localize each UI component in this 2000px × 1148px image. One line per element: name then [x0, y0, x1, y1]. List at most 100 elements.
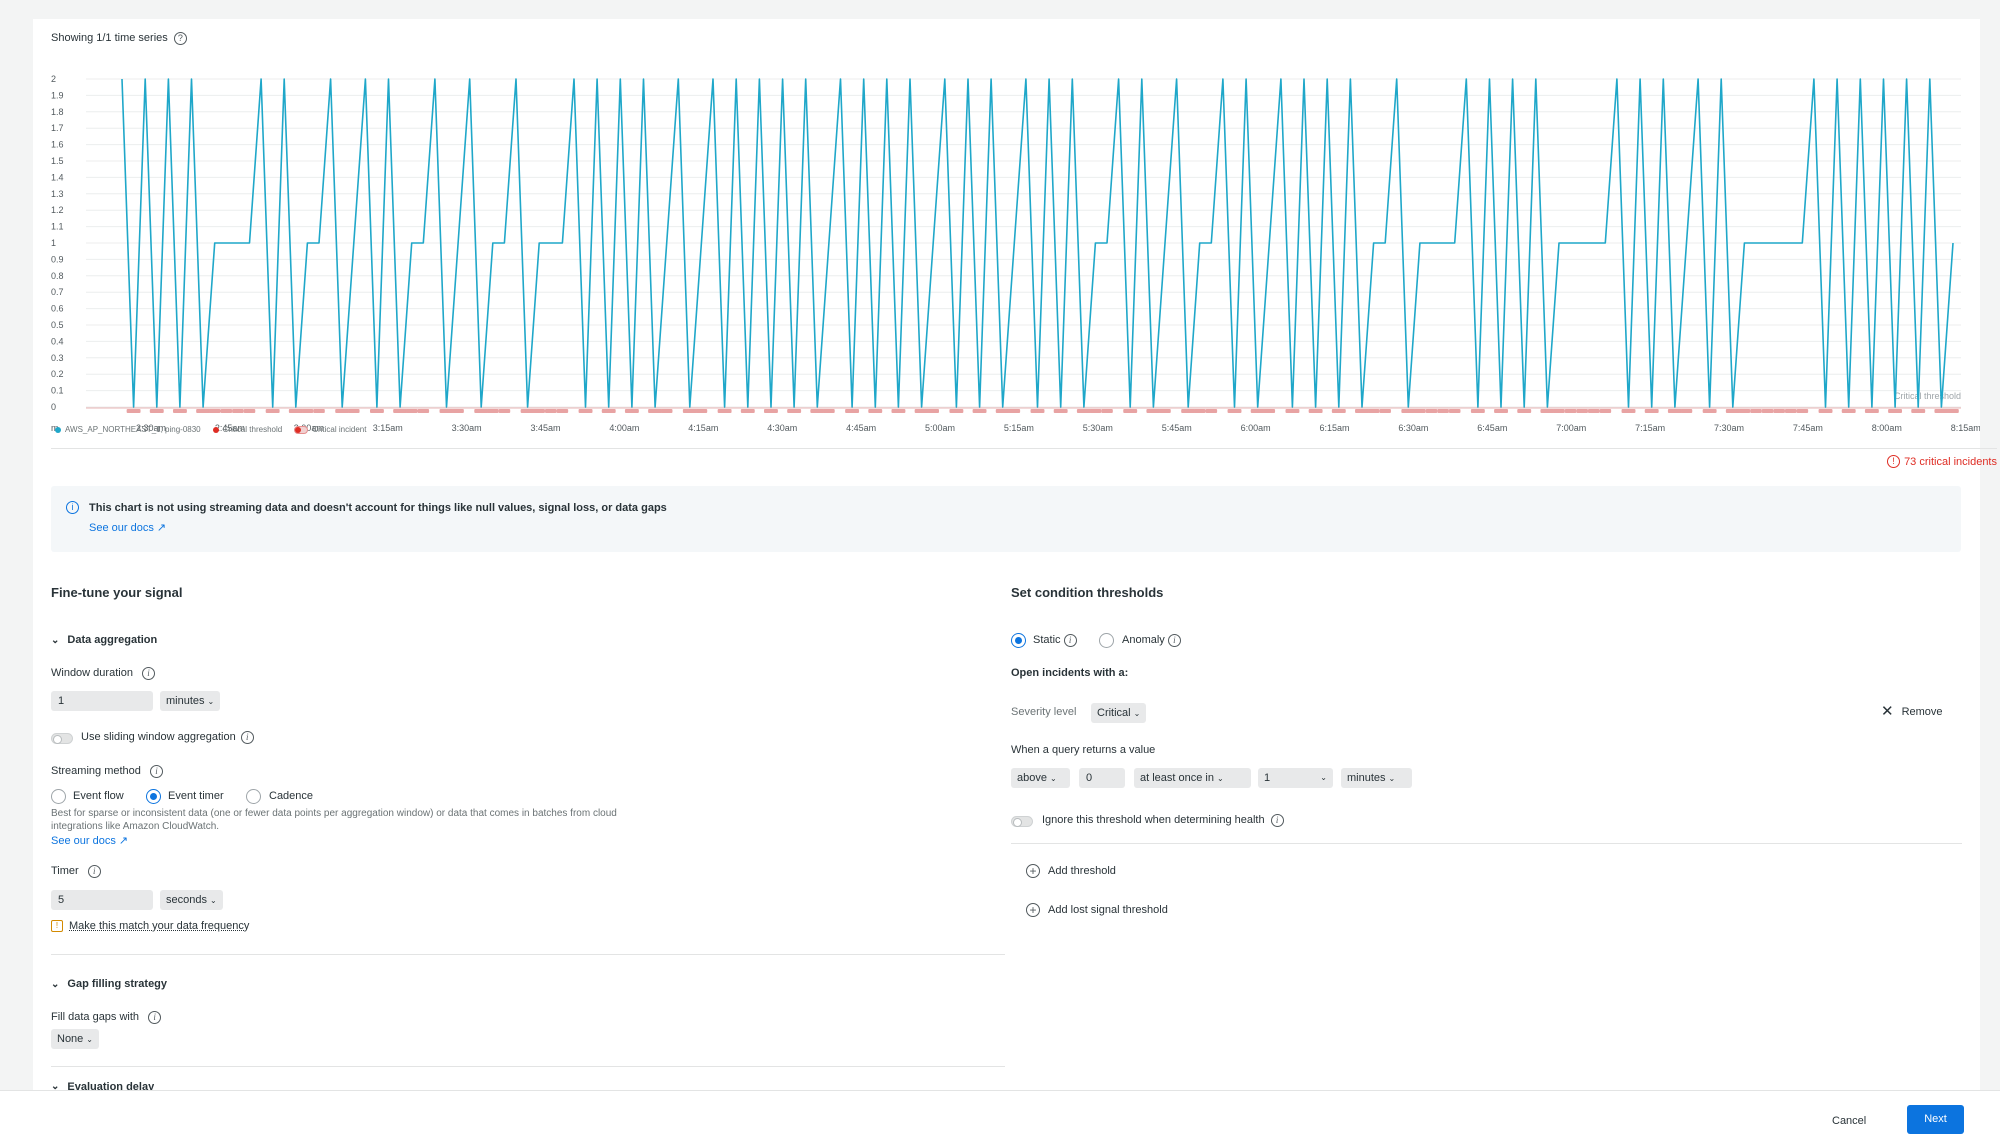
incident-segment [347, 409, 360, 413]
incident-segment [1308, 409, 1323, 413]
external-link-icon: ↗ [118, 835, 129, 847]
radio-event-timer-label: Event timer [168, 790, 224, 802]
chevron-down-icon: ⌄ [1217, 774, 1224, 783]
x-tick-label: 4:30am [767, 423, 797, 431]
severity-value: Critical [1097, 707, 1131, 719]
match-frequency-link[interactable]: Make this match your data frequency [69, 920, 249, 932]
incident-segment [172, 409, 187, 413]
y-tick-label: 0.2 [51, 369, 64, 379]
incidents-summary: ! 73 critical incidents [1887, 455, 1997, 468]
gap-filling-toggle[interactable]: ⌄ Gap filling strategy [51, 978, 167, 990]
sliding-window-label: Use sliding window aggregation i [81, 731, 254, 744]
chart-header: Showing 1/1 time series ? [51, 32, 187, 45]
window-duration-label: Window duration i [51, 667, 155, 680]
y-tick-label: 0.9 [51, 254, 64, 264]
incident-segment [1564, 409, 1577, 413]
incident-segment [1159, 409, 1171, 413]
incident-segment [1888, 409, 1903, 413]
incident-segment [1205, 409, 1218, 413]
incident-segment [1818, 409, 1833, 413]
alert-circle-icon: ! [1887, 455, 1901, 468]
info-icon[interactable]: i [1270, 814, 1284, 827]
incident-segment [660, 409, 673, 413]
threshold-value-input[interactable]: 0 [1079, 768, 1125, 788]
timer-unit-select[interactable]: seconds ⌄ [160, 890, 223, 910]
add-lost-signal-button[interactable]: + Add lost signal threshold [1026, 903, 1168, 917]
occurrence-select[interactable]: at least once in ⌄ [1134, 768, 1251, 788]
legend-item-incident[interactable]: Critical incident [294, 425, 366, 434]
y-tick-label: 0.1 [51, 386, 64, 396]
fill-gaps-select[interactable]: None ⌄ [51, 1029, 99, 1049]
y-tick-label: 1.9 [51, 90, 64, 100]
showing-series-text: Showing 1/1 time series [51, 32, 168, 44]
operator-value: above [1017, 772, 1047, 784]
info-icon[interactable]: i [240, 731, 254, 744]
incident-segment [995, 409, 1010, 413]
duration-value: 1 [1264, 772, 1271, 784]
question-circle-icon[interactable]: ? [173, 32, 187, 45]
window-unit-select[interactable]: minutes ⌄ [160, 691, 221, 711]
x-tick-label: 4:45am [846, 423, 876, 431]
x-tick-label: 6:45am [1477, 423, 1507, 431]
x-tick-label: 3:30am [452, 423, 482, 431]
window-duration-text: Window duration [51, 667, 133, 679]
duration-value-select[interactable]: 1 ⌄ [1258, 768, 1333, 788]
incident-segment [682, 409, 697, 413]
radio-event-timer[interactable] [146, 789, 161, 804]
window-duration-input[interactable]: 1 [51, 691, 153, 711]
legend-dot-threshold [212, 426, 219, 433]
remove-label: Remove [1901, 705, 1943, 718]
operator-select[interactable]: above ⌄ [1011, 768, 1070, 788]
incident-segment [1599, 409, 1612, 413]
incident-segment [1053, 409, 1068, 413]
sliding-window-toggle[interactable] [51, 733, 73, 744]
ignore-health-toggle[interactable] [1011, 816, 1033, 827]
radio-anomaly[interactable] [1099, 633, 1114, 648]
radio-event-flow[interactable] [51, 789, 66, 804]
incident-segment [1680, 409, 1693, 413]
legend-item-threshold[interactable]: Critical threshold [212, 425, 282, 434]
data-aggregation-toggle[interactable]: ⌄ Data aggregation [51, 634, 157, 646]
info-icon[interactable]: i [148, 1011, 162, 1024]
radio-static[interactable] [1011, 633, 1026, 648]
critical-threshold-label: Critical threshold [1894, 391, 1961, 401]
add-threshold-button[interactable]: + Add threshold [1026, 864, 1116, 878]
y-tick-label: 1.7 [51, 123, 64, 133]
info-icon[interactable]: i [149, 765, 163, 778]
timer-input[interactable]: 5 [51, 890, 153, 910]
evaluation-delay-toggle[interactable]: ⌄ Evaluation delay [51, 1081, 154, 1090]
notice-docs-link[interactable]: See our docs ↗ [89, 521, 166, 534]
chart-legend: AWS_AP_NORTHEAST_1, ping-0830 Critical t… [55, 425, 366, 434]
incident-segment [1285, 409, 1300, 413]
x-tick-label: 3:45am [531, 423, 561, 431]
info-icon[interactable]: i [1063, 634, 1077, 647]
streaming-docs-link[interactable]: See our docs ↗ [51, 834, 128, 847]
y-tick-label: 0 [51, 402, 56, 412]
incident-segment [1181, 409, 1196, 413]
radio-cadence[interactable] [246, 789, 261, 804]
incident-segment [1401, 409, 1416, 413]
streaming-method-text: Streaming method [51, 765, 141, 777]
incident-segment [1355, 409, 1369, 413]
legend-dot-series [55, 426, 61, 433]
remove-threshold-button[interactable]: ✕ Remove [1881, 704, 1943, 719]
duration-unit-select[interactable]: minutes ⌄ [1341, 768, 1412, 788]
incident-segment [868, 409, 883, 413]
info-icon[interactable]: i [1167, 634, 1181, 647]
streaming-method-label: Streaming method i [51, 765, 163, 778]
x-tick-label: 5:30am [1083, 423, 1113, 431]
page: Showing 1/1 time series ? 2 1.9 1.8 1.7 1.6 1… [0, 0, 2000, 1148]
severity-select[interactable]: Critical ⌄ [1091, 703, 1147, 723]
next-button[interactable]: Next [1907, 1105, 1964, 1134]
legend-item-series[interactable]: AWS_AP_NORTHEAST_1, ping-0830 [55, 425, 201, 434]
incident-segment [624, 409, 639, 413]
y-tick-label: 0.7 [51, 287, 64, 297]
x-tick-label: 7:45am [1793, 423, 1823, 431]
incident-segment [1123, 409, 1138, 413]
x-tick-label: 8:15am [1951, 423, 1980, 431]
incident-segment [717, 409, 732, 413]
cancel-button[interactable]: Cancel [1832, 1115, 1866, 1127]
incident-segment [498, 409, 511, 413]
info-icon[interactable]: i [87, 865, 101, 878]
info-icon[interactable]: i [142, 667, 155, 680]
